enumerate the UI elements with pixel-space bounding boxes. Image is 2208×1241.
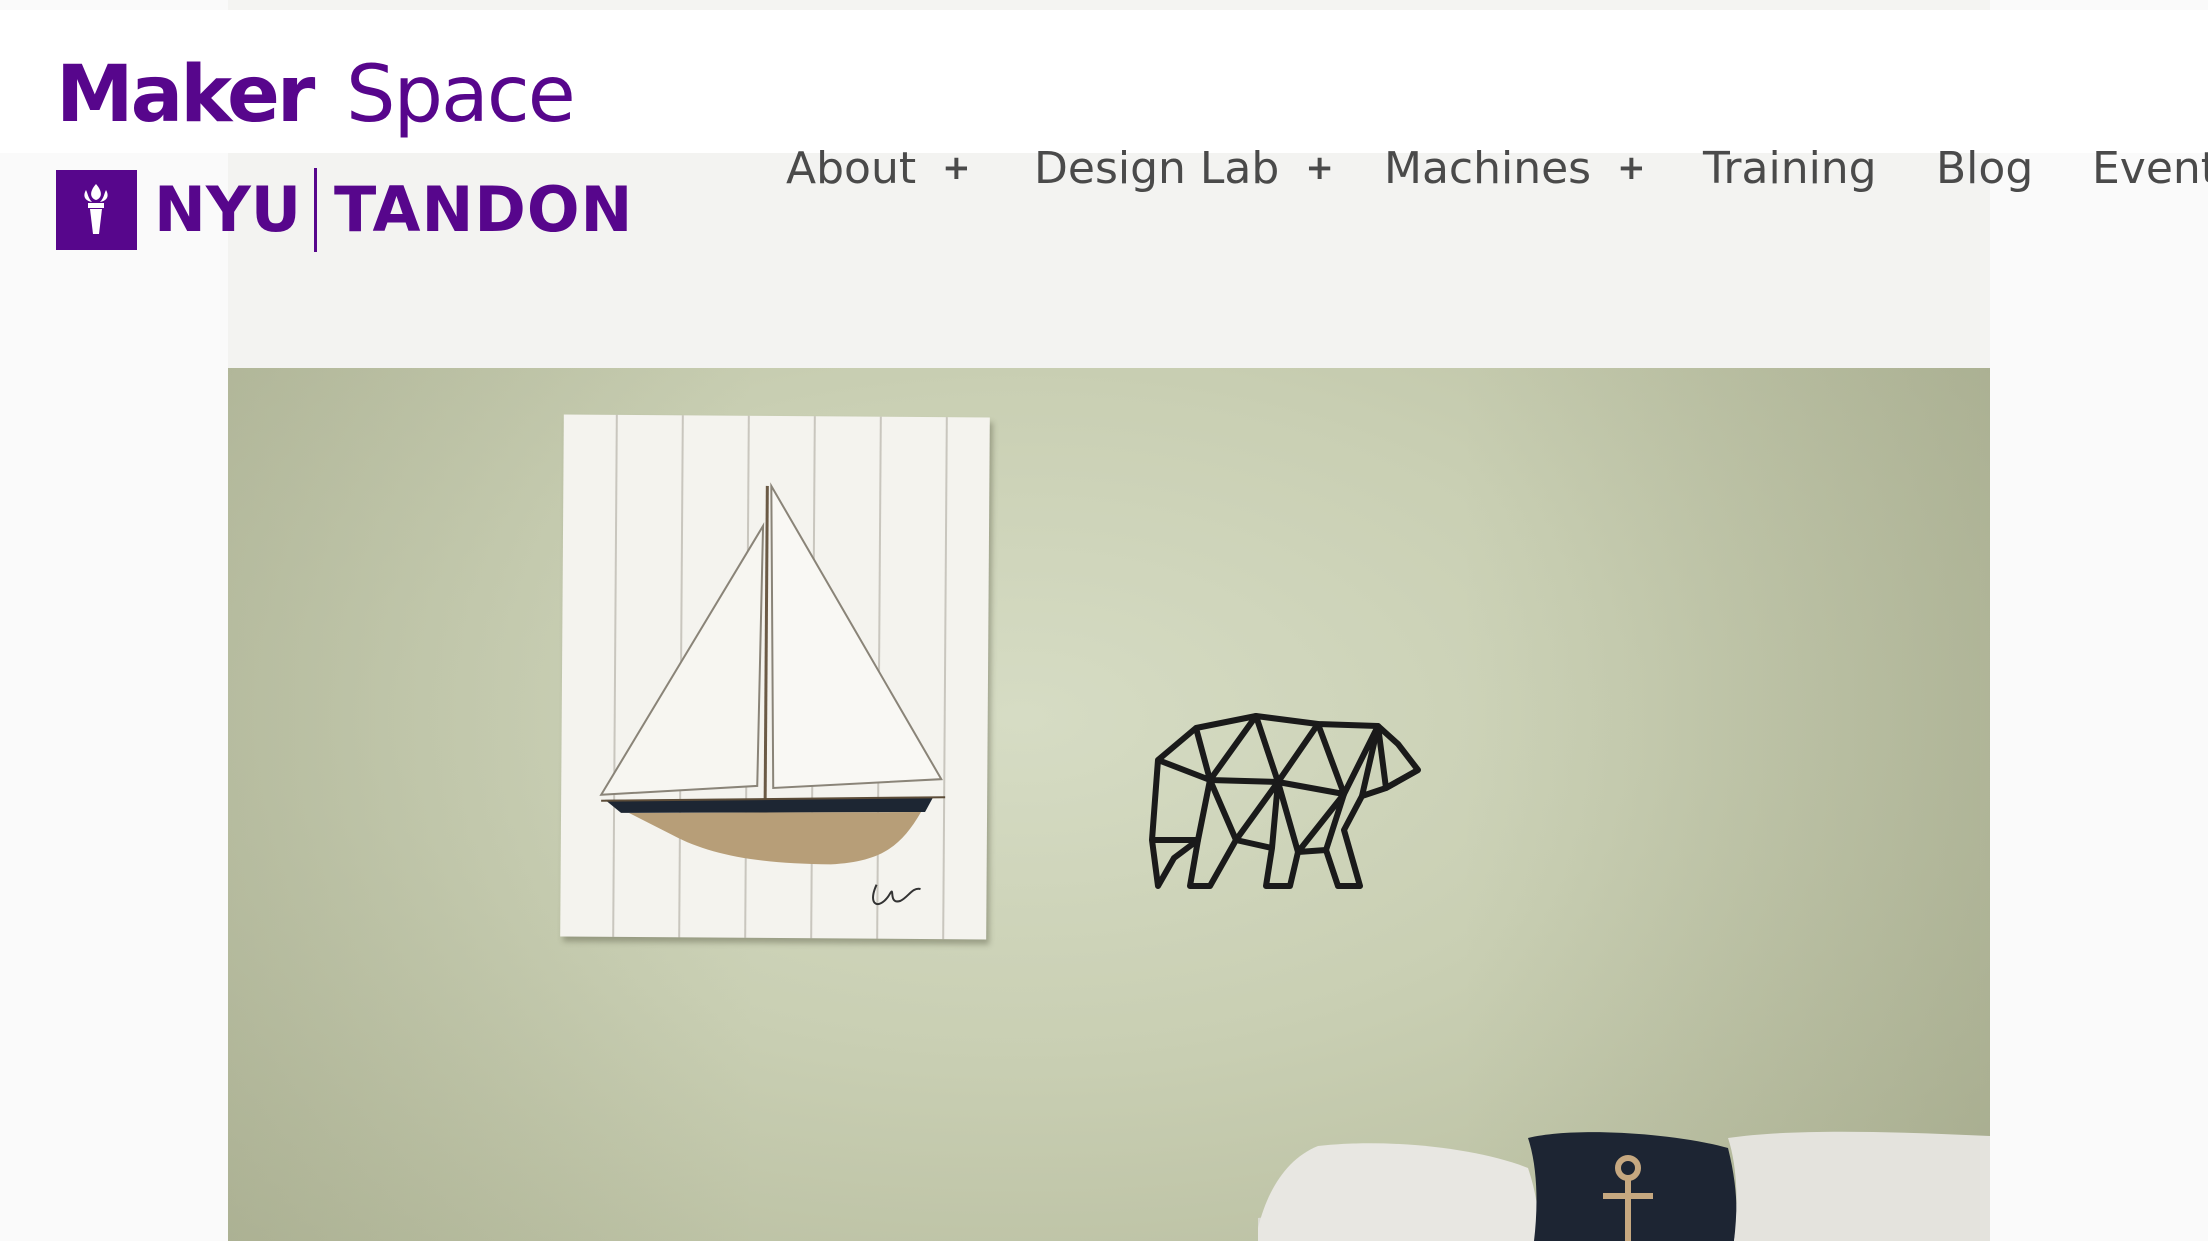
hero-image xyxy=(228,368,1990,1241)
nav-item-label: Design Lab xyxy=(1034,142,1280,194)
page: Maker Space NYU TANDON About + Design La… xyxy=(0,0,2208,1241)
sailboat-painting-icon xyxy=(560,414,990,940)
plus-icon[interactable]: + xyxy=(1305,148,1334,188)
nav-item-machines[interactable]: Machines + xyxy=(1384,138,1646,198)
plus-icon[interactable]: + xyxy=(1617,148,1646,188)
nav-item-training[interactable]: Training xyxy=(1703,138,1877,198)
logo-maker-text: Maker xyxy=(56,50,315,140)
plus-icon[interactable]: + xyxy=(942,148,971,188)
geometric-bear-icon xyxy=(1149,713,1421,889)
nav-item-label: Event xyxy=(2092,142,2208,194)
nav-item-event[interactable]: Event xyxy=(2092,138,2208,198)
nav-item-blog[interactable]: Blog xyxy=(1936,138,2033,198)
nav-item-about[interactable]: About + xyxy=(786,138,971,198)
top-strip xyxy=(228,0,1990,10)
nav-item-label: About xyxy=(786,142,917,194)
nav-item-label: Machines xyxy=(1384,142,1592,194)
bed-pillows xyxy=(1258,1131,1990,1241)
nav-item-label: Blog xyxy=(1936,142,2034,194)
nav-item-design-lab[interactable]: Design Lab + xyxy=(1034,138,1334,198)
logo-space-text: Space xyxy=(346,50,576,140)
main-nav: About + Design Lab + Machines + Training… xyxy=(0,138,2208,198)
nav-item-label: Training xyxy=(1703,142,1877,194)
